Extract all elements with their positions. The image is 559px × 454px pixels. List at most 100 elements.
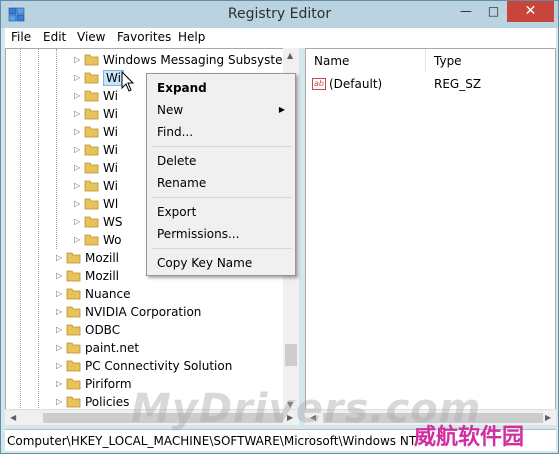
folder-icon [84, 180, 99, 192]
expand-arrow-icon[interactable]: ▷ [56, 375, 66, 393]
tree-item[interactable]: ▷ WS [74, 213, 122, 231]
folder-icon [84, 216, 99, 228]
menu-separator [152, 146, 292, 147]
scroll-right-icon[interactable]: ▶ [545, 413, 551, 422]
expand-arrow-icon[interactable]: ▷ [74, 141, 84, 159]
tree-item-label: WS [103, 215, 123, 229]
close-button[interactable]: ✕ [507, 1, 554, 22]
expand-arrow-icon[interactable]: ▷ [56, 285, 66, 303]
context-menu-new-label: New [157, 103, 184, 117]
folder-icon [84, 162, 99, 174]
tree-item-selected[interactable]: ▷ Wi [74, 69, 124, 87]
tree-item-label: paint.net [85, 341, 140, 355]
expand-arrow-icon[interactable]: ▷ [56, 267, 66, 285]
expand-arrow-icon[interactable]: ▷ [74, 87, 84, 105]
expand-arrow-icon[interactable]: ▷ [74, 51, 84, 69]
tree-item[interactable]: ▷ Wi [74, 87, 118, 105]
folder-icon [84, 108, 99, 120]
tree-item[interactable]: ▷ paint.net [56, 339, 139, 357]
tree-item-label: Wi [103, 107, 118, 121]
status-key-path: Computer\HKEY_LOCAL_MACHINE\SOFTWARE\Mic… [7, 434, 417, 448]
menu-file[interactable]: File [11, 30, 31, 44]
expand-arrow-icon[interactable]: ▷ [74, 231, 84, 249]
menu-separator [152, 248, 292, 249]
tree-item[interactable]: ▷ NVIDIA Corporation [56, 303, 201, 321]
context-menu-export[interactable]: Export [149, 201, 293, 223]
tree-item[interactable]: ▷ Wi [74, 105, 118, 123]
folder-icon [84, 90, 99, 102]
list-item-type[interactable]: REG_SZ [434, 75, 481, 93]
tree-guide-line [20, 49, 21, 410]
tree-item[interactable]: ▷ Wi [74, 141, 118, 159]
menu-help[interactable]: Help [178, 30, 205, 44]
mouse-pointer-icon [121, 71, 135, 92]
tree-scroll-thumb[interactable] [285, 344, 297, 366]
column-header-name[interactable]: Name [306, 49, 426, 73]
context-menu-copy-key-name[interactable]: Copy Key Name [149, 252, 293, 274]
tree-item[interactable]: ▷ Wl [74, 195, 118, 213]
expand-arrow-icon[interactable]: ▷ [74, 105, 84, 123]
list-item[interactable]: ab (Default) [312, 75, 382, 93]
tree-item[interactable]: ▷ Mozill [56, 267, 119, 285]
folder-icon [84, 72, 99, 84]
tree-item[interactable]: ▷ Wi [74, 123, 118, 141]
tree-item-label: NVIDIA Corporation [85, 305, 202, 319]
menu-bar: File Edit View Favorites Help [5, 28, 556, 48]
expand-arrow-icon[interactable]: ▷ [74, 123, 84, 141]
folder-icon [66, 288, 81, 300]
context-menu-expand[interactable]: Expand [149, 77, 293, 99]
expand-arrow-icon[interactable]: ▷ [56, 339, 66, 357]
menu-separator [152, 197, 292, 198]
expand-arrow-icon[interactable]: ▷ [74, 69, 84, 87]
context-menu-rename[interactable]: Rename [149, 172, 293, 194]
folder-icon [66, 324, 81, 336]
expand-arrow-icon[interactable]: ▷ [74, 195, 84, 213]
context-menu-find[interactable]: Find... [149, 121, 293, 143]
scroll-up-icon[interactable]: ▲ [287, 51, 293, 60]
folder-icon [66, 360, 81, 372]
expand-arrow-icon[interactable]: ▷ [74, 213, 84, 231]
tree-item[interactable]: ▷ Wi [74, 159, 118, 177]
expand-arrow-icon[interactable]: ▷ [56, 303, 66, 321]
context-menu-delete[interactable]: Delete [149, 150, 293, 172]
context-menu-permissions[interactable]: Permissions... [149, 223, 293, 245]
tree-item-label: Windows Messaging Subsystem [103, 53, 295, 67]
value-type: REG_SZ [434, 77, 482, 91]
menu-edit[interactable]: Edit [43, 30, 66, 44]
maximize-button[interactable]: □ [480, 1, 507, 22]
tree-guide-line [38, 49, 39, 410]
column-header-type[interactable]: Type [426, 49, 555, 73]
folder-icon [84, 198, 99, 210]
folder-icon [66, 306, 81, 318]
context-menu-new[interactable]: New ▶ [149, 99, 293, 121]
scroll-left-icon[interactable]: ◀ [10, 413, 16, 422]
tree-item[interactable]: ▷ Windows Messaging Subsystem [74, 51, 294, 69]
expand-arrow-icon[interactable]: ▷ [74, 159, 84, 177]
folder-icon [66, 396, 81, 408]
tree-item-label: Nuance [85, 287, 131, 301]
tree-item[interactable]: ▷ Nuance [56, 285, 131, 303]
tree-item-label: Piriform [85, 377, 132, 391]
expand-arrow-icon[interactable]: ▷ [56, 249, 66, 267]
context-menu: Expand New ▶ Find... Delete Rename Expor… [146, 73, 296, 276]
expand-arrow-icon[interactable]: ▷ [56, 321, 66, 339]
title-bar[interactable]: Registry Editor — □ ✕ [1, 1, 558, 28]
tree-item[interactable]: ▷ Wi [74, 177, 118, 195]
expand-arrow-icon[interactable]: ▷ [56, 357, 66, 375]
minimize-button[interactable]: — [452, 1, 480, 22]
tree-item[interactable]: ▷ Wo [74, 231, 122, 249]
tree-item[interactable]: ▷ PC Connectivity Solution [56, 357, 232, 375]
tree-item[interactable]: ▷ Piriform [56, 375, 132, 393]
folder-icon [66, 378, 81, 390]
expand-arrow-icon[interactable]: ▷ [74, 177, 84, 195]
folder-icon [66, 252, 81, 264]
menu-view[interactable]: View [77, 30, 105, 44]
tree-item-label: Wi [103, 125, 118, 139]
folder-icon [84, 54, 99, 66]
registry-values-list[interactable]: Name Type ab (Default) REG_SZ [305, 48, 556, 411]
menu-favorites[interactable]: Favorites [117, 30, 171, 44]
tree-item[interactable]: ▷ ODBC [56, 321, 120, 339]
registry-editor-window: Registry Editor — □ ✕ File Edit View Fav… [0, 0, 559, 454]
submenu-arrow-icon: ▶ [278, 105, 285, 114]
tree-item[interactable]: ▷ Mozill [56, 249, 119, 267]
